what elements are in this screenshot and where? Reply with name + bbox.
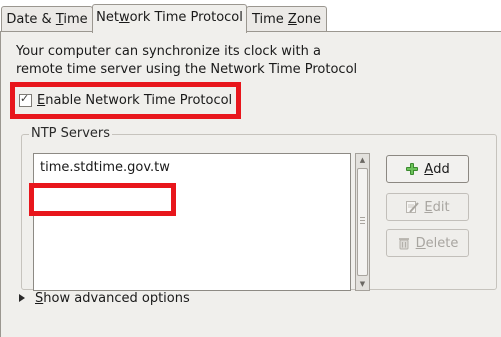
ntp-server-list[interactable]: time.stdtime.gov.tw xyxy=(33,153,351,291)
enable-ntp-mnemonic: E xyxy=(37,92,46,108)
edit-button-label: dit xyxy=(432,199,450,215)
list-item[interactable]: time.stdtime.gov.tw xyxy=(40,160,170,175)
add-button-label: dd xyxy=(433,161,450,177)
delete-button[interactable]: Delete xyxy=(386,229,469,257)
tab-time-zone-label-pre: Time xyxy=(251,12,288,27)
scroll-up-icon[interactable]: ▲ xyxy=(356,154,369,166)
expander-arrow-icon xyxy=(19,294,25,302)
tab-date-time[interactable]: Date & Time xyxy=(1,6,93,32)
tab-ntp-label-post: ork Time Protocol xyxy=(129,10,243,25)
description-line-2: remote time server using the Network Tim… xyxy=(16,62,358,77)
grip-line xyxy=(360,217,365,218)
show-advanced-mnemonic: S xyxy=(35,290,44,306)
server-list-scrollbar[interactable]: ▲ ▼ xyxy=(355,153,370,291)
trash-icon xyxy=(397,236,411,250)
grip-line xyxy=(360,220,365,221)
tab-time-zone-label-post: one xyxy=(296,12,322,27)
show-advanced-expander[interactable]: Show advanced options xyxy=(19,289,190,307)
edit-button[interactable]: Edit xyxy=(386,193,469,221)
tab-date-time-label-post: ime xyxy=(63,12,88,27)
tab-network-time-protocol[interactable]: Network Time Protocol xyxy=(92,4,247,33)
grip-line xyxy=(360,223,365,224)
tab-ntp-label-pre: Net xyxy=(96,10,119,25)
enable-ntp-checkbox[interactable]: ✓ xyxy=(19,91,32,107)
scroll-down-icon[interactable]: ▼ xyxy=(356,278,369,290)
ntp-servers-label: NTP Servers xyxy=(29,126,113,141)
plus-icon xyxy=(405,162,419,176)
tab-ntp-mnemonic: w xyxy=(118,10,130,25)
checkmark-icon: ✓ xyxy=(20,91,30,105)
tab-time-zone[interactable]: Time Zone xyxy=(246,6,327,32)
show-advanced-label: how advanced options xyxy=(43,290,190,306)
ntp-tab-panel: Your computer can synchronize its clock … xyxy=(0,31,501,337)
description-line-1: Your computer can synchronize its clock … xyxy=(16,44,321,59)
tab-time-zone-mnemonic: Z xyxy=(287,12,297,27)
add-button-mnemonic: A xyxy=(424,161,434,177)
edit-icon xyxy=(405,200,420,214)
delete-button-label: elete xyxy=(425,235,459,251)
tab-date-time-label-pre: Date & xyxy=(6,12,56,27)
description-text: Your computer can synchronize its clock … xyxy=(16,43,486,79)
delete-button-mnemonic: D xyxy=(415,235,426,251)
enable-ntp-label-post: nable Network Time Protocol xyxy=(45,92,233,108)
scroll-thumb[interactable] xyxy=(357,168,368,276)
enable-ntp-checkbox-row[interactable]: ✓ Enable Network Time Protocol xyxy=(19,91,232,109)
date-time-window: Date & Time Network Time Protocol Time Z… xyxy=(0,0,501,337)
add-button[interactable]: Add xyxy=(386,155,469,183)
highlight-box-server xyxy=(29,183,176,216)
edit-button-mnemonic: E xyxy=(424,199,433,215)
